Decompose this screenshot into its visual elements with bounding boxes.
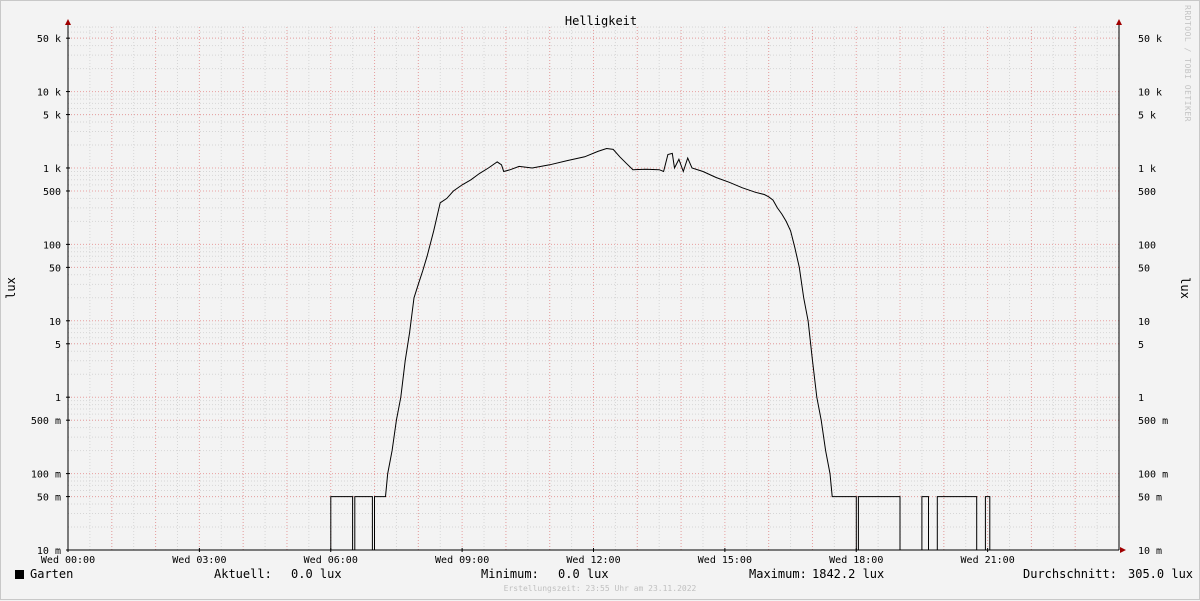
y-tick-label-left: 50 m: [37, 493, 61, 504]
x-tick-label: Wed 06:00: [304, 555, 358, 566]
y-tick-labels: 10 m 10 m50 m 50 m100 m 100 m500 m 500 m1 15 5…: [31, 34, 1168, 557]
y-tick-label-right: 10 k: [1138, 88, 1162, 99]
legend: Garten Aktuell: 0.0 lux Minimum: 0.0 lux…: [0, 567, 1200, 585]
x-axis-arrow: [1120, 547, 1126, 553]
y-tick-label-left: 5 k: [43, 111, 61, 122]
grid-lines: [68, 26, 1119, 551]
y-tick-label-left: 100 m: [31, 470, 61, 481]
x-tick-label: Wed 03:00: [172, 555, 226, 566]
legend-avg-label: Durchschnitt:: [1023, 567, 1117, 581]
watermark: RRDTOOL / TOBI OETIKER: [1183, 5, 1192, 122]
y-tick-label-left: 10 k: [37, 88, 61, 99]
y-tick-label-left: 500: [43, 187, 61, 198]
x-tick-label: Wed 09:00: [435, 555, 489, 566]
y-tick-label-right: 10: [1138, 317, 1150, 328]
chart-title: Helligkeit: [565, 14, 637, 28]
legend-min-value: 0.0 lux: [558, 567, 609, 581]
y-tick-label-right: 100 m: [1138, 470, 1168, 481]
x-tick-label: Wed 15:00: [698, 555, 752, 566]
x-tick-labels: Wed 00:00 Wed 03:00 Wed 06:00 Wed 09:00 Wed …: [41, 548, 1015, 566]
legend-max-value: 1842.2 lux: [812, 567, 885, 581]
x-tick-label: Wed 21:00: [961, 555, 1015, 566]
y-axis-label-left: lux: [4, 277, 18, 299]
footer-timestamp: Erstellungszeit: 23:55 Uhr am 23.11.2022: [503, 584, 697, 593]
legend-min-label: Minimum:: [481, 567, 539, 581]
y-tick-label-right: 1 k: [1138, 164, 1156, 175]
x-tick-label: Wed 18:00: [829, 555, 883, 566]
y-tick-label-left: 1 k: [43, 164, 61, 175]
y-tick-label-right: 5 k: [1138, 111, 1156, 122]
x-tick-label: Wed 12:00: [566, 555, 620, 566]
legend-current-label: Aktuell:: [214, 567, 272, 581]
y-tick-label-right: 1: [1138, 393, 1144, 404]
y-tick-label-right: 50 m: [1138, 493, 1162, 504]
y-tick-label-right: 100: [1138, 240, 1156, 251]
y-tick-label-left: 1: [55, 393, 61, 404]
x-tick-label: Wed 00:00: [41, 555, 95, 566]
y-axis-label-right: lux: [1178, 277, 1192, 299]
y-axis-arrow-right: [1116, 19, 1122, 25]
y-tick-label-right: 500: [1138, 187, 1156, 198]
y-tick-label-right: 50 k: [1138, 34, 1162, 45]
y-tick-label-left: 50 k: [37, 34, 61, 45]
legend-series-name: Garten: [30, 567, 74, 581]
y-tick-label-right: 10 m: [1138, 546, 1162, 557]
legend-avg-value: 305.0 lux: [1128, 567, 1194, 581]
legend-current-value: 0.0 lux: [291, 567, 342, 581]
y-tick-label-right: 50: [1138, 263, 1150, 274]
y-tick-label-left: 10: [49, 317, 61, 328]
y-axis-arrow-left: [65, 19, 71, 25]
y-tick-label-right: 500 m: [1138, 416, 1168, 427]
y-tick-label-left: 100: [43, 240, 61, 251]
legend-swatch: [15, 570, 24, 579]
chart-svg: Helligkeit lux lux 10 m 10 m50 m 50 m100 m…: [4, 14, 1192, 566]
y-tick-label-left: 500 m: [31, 416, 61, 427]
y-tick-label-left: 5: [55, 340, 61, 351]
y-tick-label-right: 5: [1138, 340, 1144, 351]
legend-max-label: Maximum:: [749, 567, 807, 581]
y-tick-label-left: 50: [49, 263, 61, 274]
chart-frame: Helligkeit lux lux 10 m 10 m 50 m 50 m 100 m…: [0, 0, 1200, 600]
